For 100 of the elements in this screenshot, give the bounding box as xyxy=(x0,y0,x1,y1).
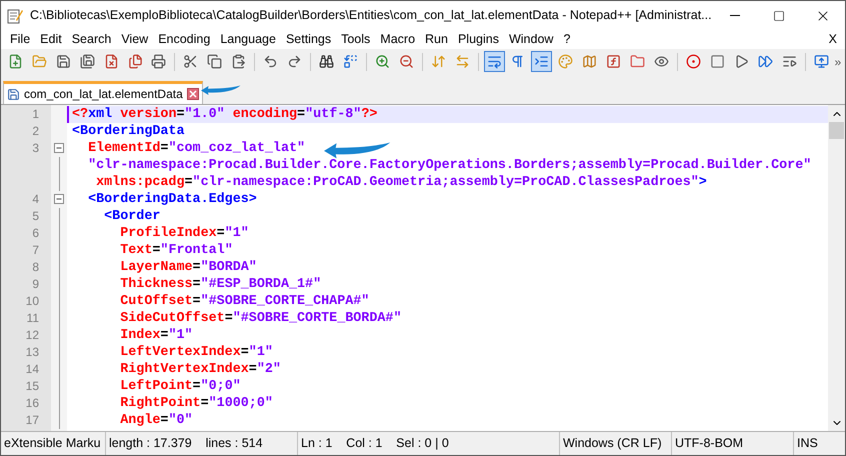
save-macro-icon xyxy=(782,54,797,69)
code-line: SideCutOffset="#SOBRE_CORTE_BORDA#" xyxy=(119,311,402,326)
redo-icon xyxy=(287,54,302,69)
notepad-icon xyxy=(7,8,23,24)
status-text: INS xyxy=(797,435,818,452)
line-number: 3 xyxy=(32,141,39,155)
status-text: UTF-8-BOM xyxy=(675,435,744,452)
line-number: 8 xyxy=(32,260,39,274)
code-line: xmlns:pcadg="clr-namespace:ProCAD.Geometria;assembly=ProCAD.ClassesPadroes"> xyxy=(95,175,707,190)
line-number: 17 xyxy=(26,413,39,427)
word-wrap-icon xyxy=(486,54,502,69)
code-line: ProfileIndex="1" xyxy=(119,226,249,241)
status-text: eXtensible Marku xyxy=(4,435,101,452)
menu-item[interactable]: Language xyxy=(215,30,281,49)
code-line: LeftVertexIndex="1" xyxy=(119,345,273,360)
replace-icon xyxy=(342,54,358,69)
close-document-button[interactable]: X xyxy=(828,30,837,49)
maximize-icon xyxy=(773,10,785,22)
menu-item[interactable]: Settings xyxy=(280,30,336,49)
paste-icon xyxy=(231,54,246,69)
indent-guide-icon xyxy=(534,54,550,69)
window-title: C:\Bibliotecas\ExemploBiblioteca\CatalogBuilder\Borders\Entities\com_con_lat_lat.elementData - Notepad++ [Administrat... xyxy=(30,7,712,24)
map-icon xyxy=(582,54,598,69)
overflow-chevron[interactable]: » xyxy=(834,52,842,70)
line-number: 1 xyxy=(32,107,39,121)
menu-item[interactable]: Tools xyxy=(336,30,376,49)
menu-item[interactable]: Run xyxy=(420,30,453,49)
close-tab-icon[interactable] xyxy=(186,88,199,100)
fast-forward-icon xyxy=(758,54,773,69)
undo-icon xyxy=(263,54,278,69)
code-line: ElementId="com_coz_lat_lat" xyxy=(87,141,306,156)
menu-item[interactable]: Macro xyxy=(375,30,420,49)
menu-item[interactable]: ? xyxy=(558,30,576,49)
code-line: Angle="0" xyxy=(119,413,193,428)
print-icon xyxy=(151,54,166,69)
save-all-icon xyxy=(80,54,95,69)
code-line: CutOffset="#SOBRE_CORTE_CHAPA#" xyxy=(119,294,370,309)
code-line: "clr-namespace:Procad.Builder.Core.FactoryOperations.Borders;assembly=Procad.Builder.Core" xyxy=(87,158,812,173)
close-files-icon xyxy=(128,54,143,69)
code-line: RightPoint="1000;0" xyxy=(119,396,273,411)
pilcrow-icon xyxy=(510,54,526,69)
binoculars-icon xyxy=(319,54,334,69)
status-text: Windows (CR LF) xyxy=(563,435,662,452)
save-icon xyxy=(56,54,71,69)
stop-icon xyxy=(710,54,725,69)
line-number: 10 xyxy=(26,294,39,308)
line-number: 13 xyxy=(26,345,39,359)
status-text: Ln : 1 Col : 1 Sel : 0 | 0 xyxy=(301,435,449,452)
record-icon xyxy=(686,54,701,69)
code-line: <?xml version="1.0" encoding="utf-8"?> xyxy=(72,107,378,122)
code-line: <BorderingData xyxy=(72,124,184,139)
sync-vertical-icon xyxy=(430,54,446,69)
folder-icon xyxy=(630,54,646,69)
line-number: 6 xyxy=(32,226,39,240)
code-line: Text="Frontal" xyxy=(119,243,233,258)
scissors-icon xyxy=(183,54,198,69)
function-icon xyxy=(606,54,622,69)
fold-minus-icon[interactable] xyxy=(54,194,64,204)
zoom-out-icon xyxy=(398,54,414,69)
code-line: LeftPoint="0;0" xyxy=(119,379,241,394)
line-number: 11 xyxy=(26,311,39,325)
close-file-icon xyxy=(104,54,119,69)
code-line: Thickness="#ESP_BORDA_1#" xyxy=(119,277,322,292)
scroll-thumb[interactable] xyxy=(829,122,844,139)
line-number: 5 xyxy=(32,209,39,223)
line-number: 7 xyxy=(32,243,39,257)
save-icon xyxy=(7,88,20,100)
code-line: Index="1" xyxy=(119,328,193,343)
line-number: 9 xyxy=(32,277,39,291)
menu-item[interactable]: Plugins xyxy=(452,30,504,49)
monitor-icon xyxy=(814,54,829,69)
line-number: 4 xyxy=(32,192,39,206)
line-number: 2 xyxy=(32,124,39,138)
menu-item[interactable]: Window xyxy=(504,30,558,49)
file-tab[interactable]: com_con_lat_lat.elementData xyxy=(3,81,203,104)
line-number: 12 xyxy=(26,328,39,342)
menu-item[interactable]: Search xyxy=(66,30,116,49)
code-line: <BorderingData.Edges> xyxy=(87,192,257,207)
eye-icon xyxy=(654,54,669,69)
play-icon xyxy=(734,54,749,69)
code-line: <Border xyxy=(103,209,160,224)
copy-icon xyxy=(207,54,222,69)
palette-icon xyxy=(558,54,574,69)
line-number: 15 xyxy=(26,379,39,393)
menu-item[interactable]: File xyxy=(5,30,36,49)
vertical-scrollbar[interactable] xyxy=(828,105,845,431)
code-line: LayerName="BORDA" xyxy=(119,260,257,275)
menu-item[interactable]: View xyxy=(116,30,154,49)
zoom-in-icon xyxy=(374,54,390,69)
menu-item[interactable]: Encoding xyxy=(153,30,216,49)
open-folder-icon xyxy=(32,54,47,69)
line-number: 16 xyxy=(26,396,39,410)
menu-item[interactable]: Edit xyxy=(35,30,67,49)
minimize-icon xyxy=(730,15,740,16)
new-file-icon xyxy=(8,54,23,69)
fold-minus-icon[interactable] xyxy=(54,143,64,153)
code-line: RightVertexIndex="2" xyxy=(119,362,281,377)
tab-label: com_con_lat_lat.elementData xyxy=(24,86,183,103)
line-number: 14 xyxy=(26,362,39,376)
status-text: length : 17.379 lines : 514 xyxy=(109,435,263,452)
